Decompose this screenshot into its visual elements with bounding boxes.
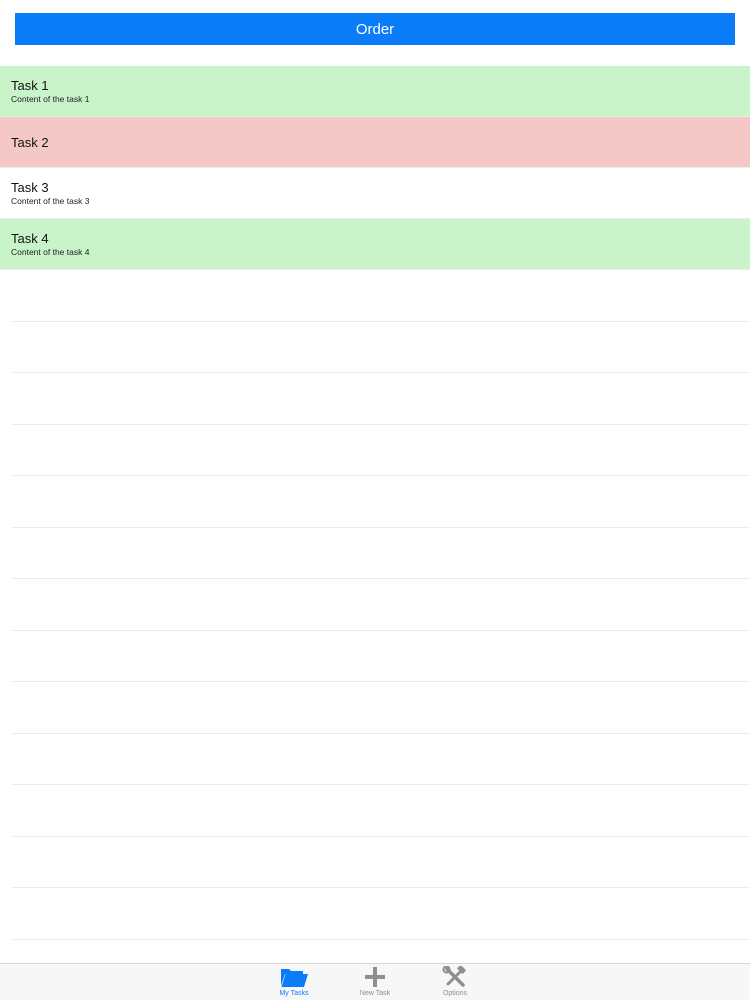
empty-row — [12, 270, 750, 322]
task-content: Content of the task 3 — [11, 195, 90, 206]
task-row[interactable]: Task 4 Content of the task 4 — [0, 219, 750, 270]
tab-bar: My Tasks New Task Options — [0, 963, 750, 1000]
tools-icon — [440, 965, 470, 989]
order-button[interactable]: Order — [15, 13, 735, 45]
empty-row — [12, 579, 750, 631]
task-title: Task 1 — [11, 77, 49, 93]
empty-row — [12, 682, 750, 734]
folder-icon — [279, 965, 309, 989]
empty-row — [12, 631, 750, 682]
empty-row — [12, 785, 750, 837]
task-list: Task 1 Content of the task 1 Task 2 Task… — [0, 66, 750, 270]
empty-row — [12, 322, 750, 373]
task-row[interactable]: Task 1 Content of the task 1 — [0, 66, 750, 117]
empty-row — [12, 528, 750, 579]
empty-row — [12, 888, 750, 940]
empty-table-rows — [0, 270, 750, 940]
task-title: Task 2 — [11, 134, 49, 150]
tab-new-task[interactable]: New Task — [340, 965, 410, 1000]
tab-label: New Task — [359, 990, 391, 997]
screen: Order Task 1 Content of the task 1 Task … — [0, 0, 750, 1000]
task-content: Content of the task 1 — [11, 93, 90, 104]
tab-label: My Tasks — [279, 990, 309, 997]
tab-label: Options — [442, 990, 468, 997]
task-row[interactable]: Task 3 Content of the task 3 — [0, 168, 750, 219]
empty-row — [12, 373, 750, 425]
tab-my-tasks[interactable]: My Tasks — [259, 965, 329, 1000]
empty-row — [12, 837, 750, 888]
tab-options[interactable]: Options — [420, 965, 490, 1000]
task-title: Task 4 — [11, 230, 49, 246]
task-content: Content of the task 4 — [11, 246, 90, 257]
task-title: Task 3 — [11, 179, 49, 195]
empty-row — [12, 734, 750, 785]
task-row[interactable]: Task 2 — [0, 117, 750, 168]
empty-row — [12, 476, 750, 528]
empty-row — [12, 425, 750, 476]
plus-icon — [360, 965, 390, 989]
